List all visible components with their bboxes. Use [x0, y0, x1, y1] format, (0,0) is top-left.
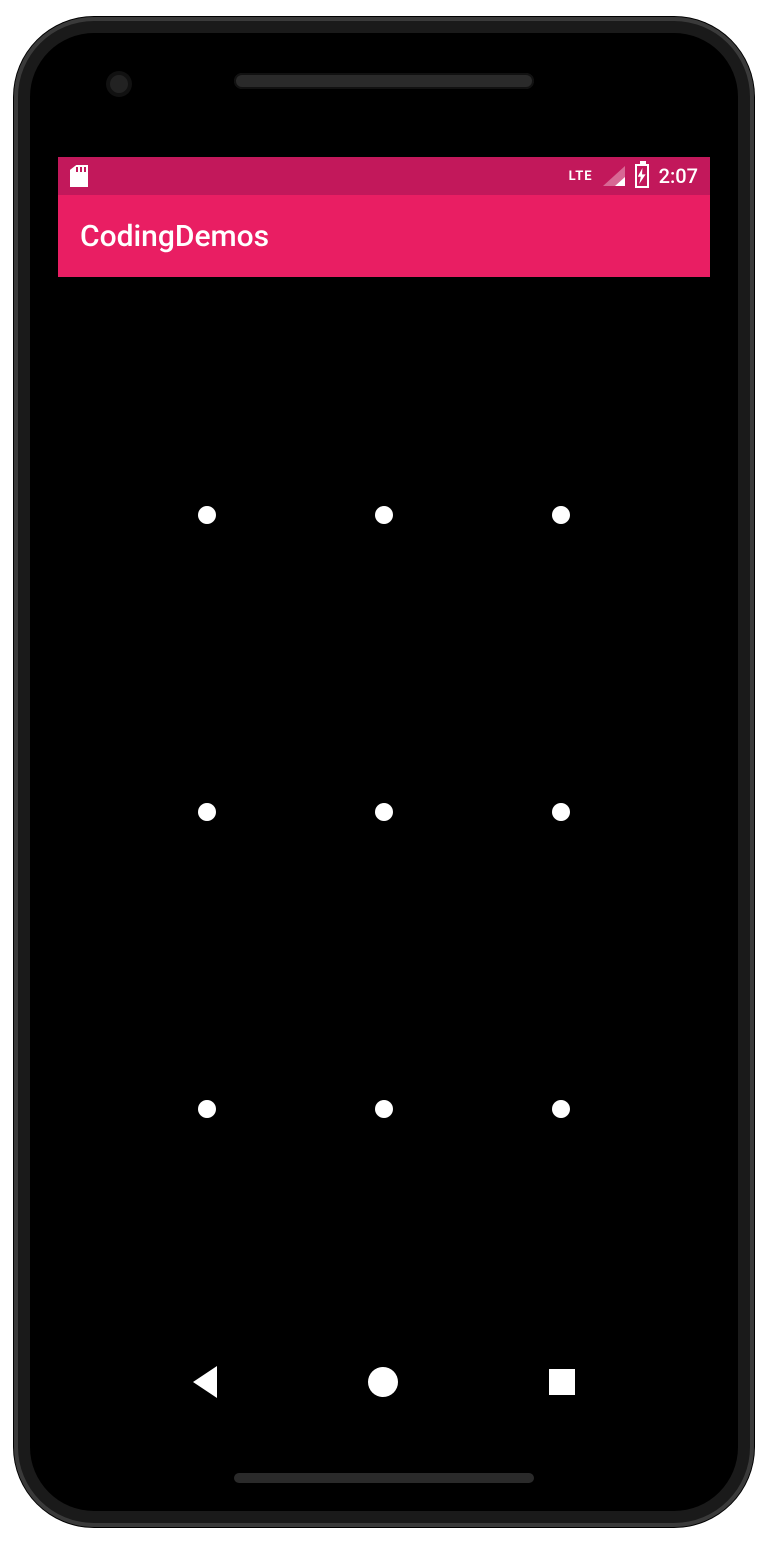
pattern-dot-1[interactable] — [198, 506, 216, 524]
status-right: LTE 2:07 — [569, 164, 698, 188]
screen: LTE 2:07 CodingDemos — [58, 157, 710, 1427]
app-bar: CodingDemos — [58, 195, 710, 277]
pattern-dot-3[interactable] — [552, 506, 570, 524]
app-title: CodingDemos — [80, 219, 269, 254]
pattern-dot-6[interactable] — [552, 803, 570, 821]
pattern-dot-8[interactable] — [375, 1100, 393, 1118]
navigation-bar — [58, 1347, 710, 1427]
pattern-dot-2[interactable] — [375, 506, 393, 524]
charging-bolt-icon — [638, 168, 646, 184]
nav-recent-button[interactable] — [549, 1369, 575, 1395]
pattern-lock[interactable] — [58, 277, 710, 1347]
nav-back-button[interactable] — [193, 1366, 217, 1398]
bottom-speaker — [234, 1473, 534, 1483]
network-type-label: LTE — [569, 169, 593, 184]
front-camera — [110, 75, 128, 93]
pattern-dot-5[interactable] — [375, 803, 393, 821]
pattern-dot-4[interactable] — [198, 803, 216, 821]
status-clock: 2:07 — [659, 164, 698, 188]
sd-card-icon — [70, 165, 88, 187]
nav-home-button[interactable] — [368, 1367, 398, 1397]
pattern-dot-9[interactable] — [552, 1100, 570, 1118]
device-frame: LTE 2:07 CodingDemos — [0, 0, 768, 1544]
pattern-dot-7[interactable] — [198, 1100, 216, 1118]
battery-charging-icon — [635, 164, 649, 188]
signal-icon — [603, 166, 625, 186]
phone-body: LTE 2:07 CodingDemos — [14, 17, 754, 1527]
status-left — [70, 165, 88, 187]
earpiece-speaker — [234, 73, 534, 89]
status-bar: LTE 2:07 — [58, 157, 710, 195]
